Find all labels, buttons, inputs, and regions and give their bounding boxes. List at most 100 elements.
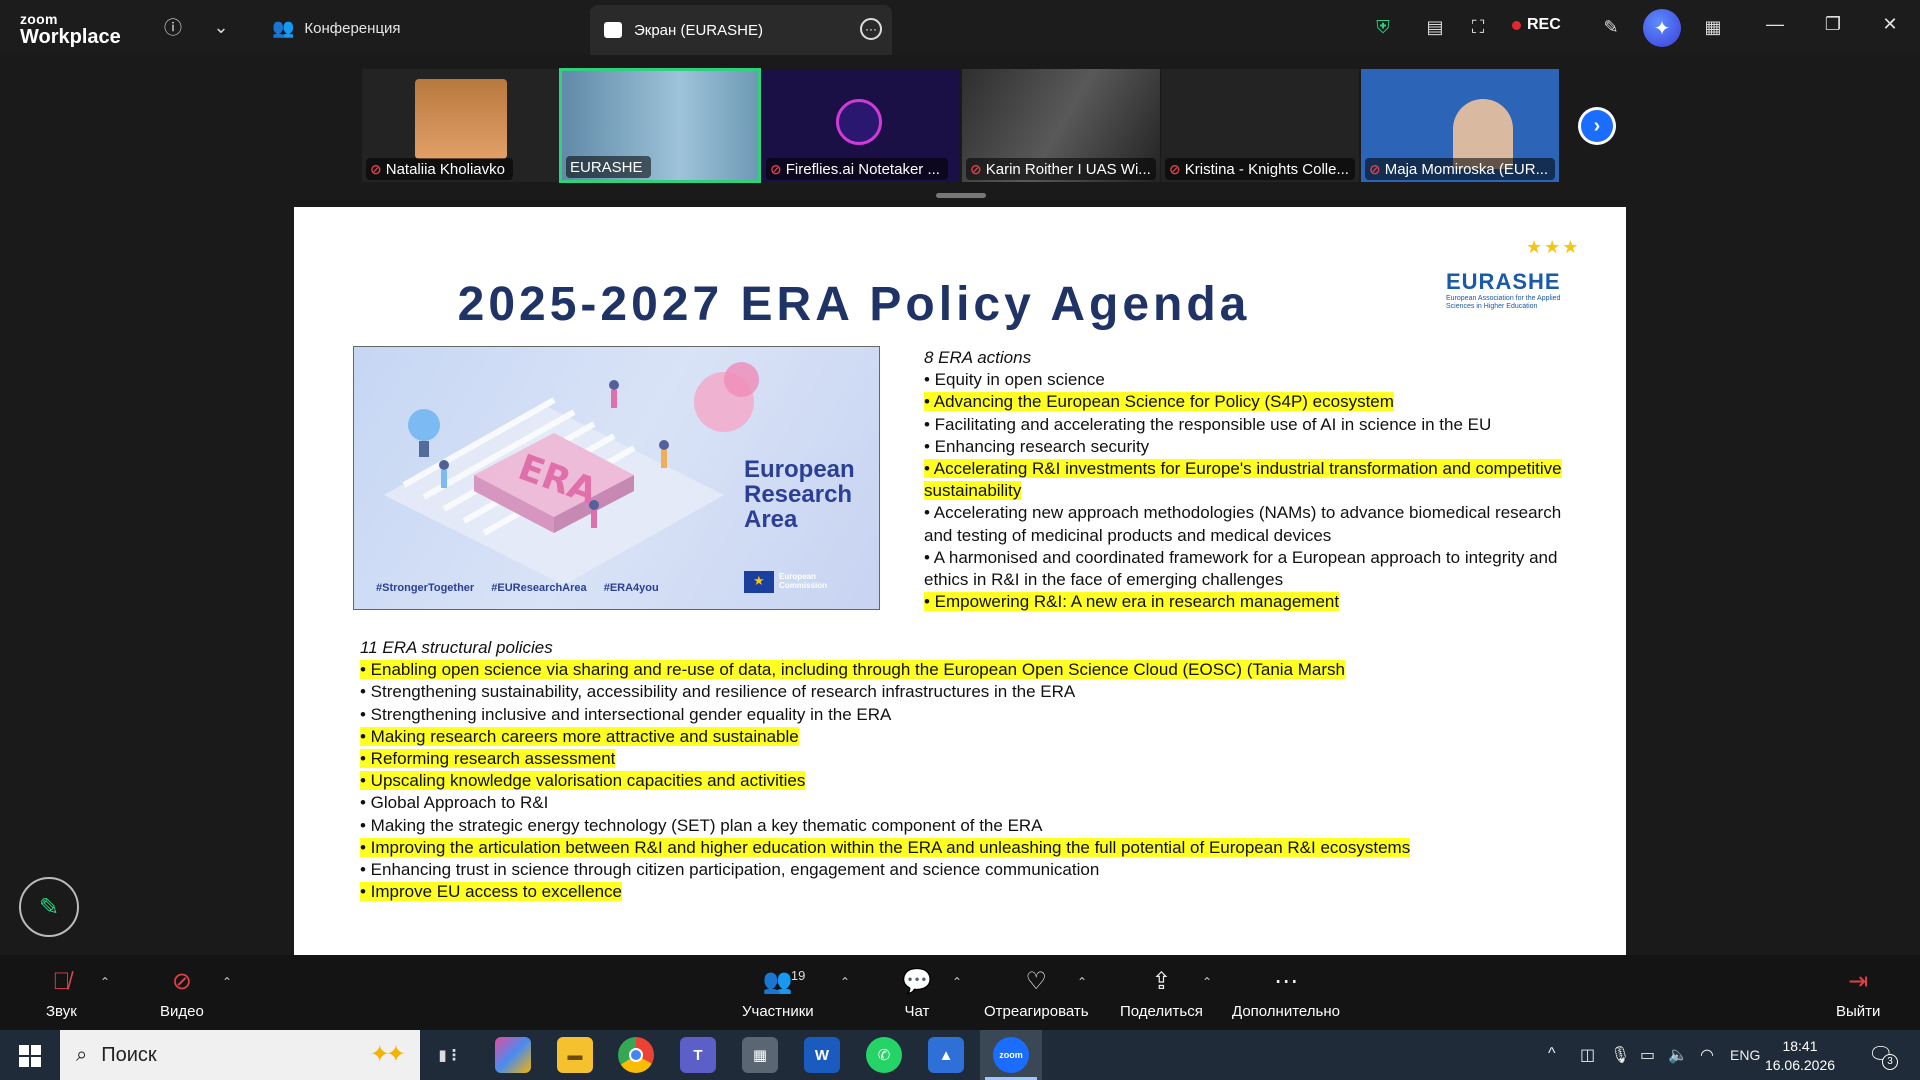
video-button[interactable]: ⊘ Видео <box>160 965 204 1020</box>
more-options-icon[interactable]: ··· <box>860 18 882 40</box>
wifi-icon[interactable]: ◠ <box>1700 1045 1714 1065</box>
list-item: • A harmonised and coordinated framework… <box>924 547 1558 590</box>
participants-count: 19 <box>790 968 806 983</box>
notification-count: 3 <box>1882 1054 1898 1070</box>
screen-share-tab[interactable]: Экран (EURASHE) ··· <box>590 5 892 55</box>
meeting-toolbar: 🎙̸ Звук ⌃ ⊘ Видео ⌃ 👥 19 Участники ⌃ 💬 Ча… <box>0 955 1920 1030</box>
minimize-icon[interactable]: — <box>1760 14 1790 40</box>
decorative-bubble <box>724 362 759 397</box>
battery-icon[interactable]: ▭ <box>1640 1045 1655 1065</box>
brand-bottom: Workplace <box>20 26 121 48</box>
security-shield-icon[interactable]: ⛨ <box>1368 12 1398 42</box>
list-item: • Accelerating R&I investments for Europ… <box>924 459 1562 501</box>
close-icon[interactable]: ✕ <box>1875 14 1905 40</box>
more-button[interactable]: ⋯ Дополнительно <box>1232 965 1340 1020</box>
leave-button[interactable]: ⇥ Выйти <box>1836 965 1880 1020</box>
info-icon[interactable]: ⓘ <box>158 12 188 42</box>
word-icon[interactable]: W <box>804 1037 840 1073</box>
share-button[interactable]: ⇪ Поделиться <box>1120 965 1203 1020</box>
react-caret-icon[interactable]: ⌃ <box>1077 975 1087 989</box>
volume-icon[interactable]: 🔈 <box>1668 1045 1688 1065</box>
share-caret-icon[interactable]: ⌃ <box>1202 975 1212 989</box>
apps-focus-icon[interactable]: ⛶ <box>1463 12 1493 42</box>
participant-name-tag: ⊘ Karin Roither I UAS Wi... <box>966 158 1156 180</box>
conference-tab-label: Конференция <box>304 19 401 37</box>
list-item: • Advancing the European Science for Pol… <box>924 392 1394 412</box>
react-label: Отреагировать <box>984 1003 1089 1020</box>
zoom-taskbar-icon[interactable]: zoom <box>985 1037 1037 1080</box>
task-view-icon[interactable]: ▮⋮ <box>432 1037 468 1073</box>
eu-flag-icon <box>744 571 774 593</box>
chat-caret-icon[interactable]: ⌃ <box>952 975 962 989</box>
teams-icon[interactable]: T <box>680 1037 716 1073</box>
chat-button[interactable]: 💬 Чат <box>902 965 932 1020</box>
screen-tab-label: Экран (EURASHE) <box>634 21 763 39</box>
recording-indicator[interactable]: REC <box>1512 16 1561 34</box>
ai-companion-icon[interactable]: ✦ <box>1643 9 1681 47</box>
participant-name-tag: EURASHE <box>566 156 651 178</box>
calculator-icon[interactable]: ▦ <box>742 1037 778 1073</box>
participants-label: Участники <box>742 1003 814 1020</box>
system-clock[interactable]: 18:41 16.06.2026 <box>1760 1037 1840 1075</box>
participant-name-tag: ⊘ Nataliia Kholiavko <box>366 158 513 180</box>
chat-icon: 💬 <box>902 968 932 995</box>
list-item: • Reforming research assessment <box>360 749 616 769</box>
pencil-icon: ✎ <box>38 893 60 921</box>
clock-time: 18:41 <box>1782 1038 1818 1054</box>
tray-chevron-icon[interactable]: ^ <box>1548 1045 1556 1063</box>
participant-tile[interactable]: ⊘ Kristina - Knights Colle... <box>1161 69 1359 182</box>
list-item: • Global Approach to R&I <box>360 793 549 813</box>
era-title-text: European Research Area <box>744 456 855 533</box>
participant-photo <box>415 79 507 159</box>
language-indicator[interactable]: ENG <box>1730 1047 1760 1063</box>
audio-options-caret-icon[interactable]: ⌃ <box>100 975 110 989</box>
clock-date: 16.06.2026 <box>1764 1057 1836 1073</box>
chevron-down-icon[interactable]: ⌄ <box>206 12 236 42</box>
notifications-icon[interactable]: 🗨 3 <box>1868 1042 1898 1070</box>
list-item: • Facilitating and accelerating the resp… <box>924 414 1492 434</box>
search-highlight-icon: ✦✦ <box>369 1041 406 1068</box>
copilot-icon[interactable] <box>495 1037 531 1073</box>
participant-tile[interactable]: ⊘ Fireflies.ai Notetaker ... <box>762 69 960 182</box>
next-participants-button[interactable]: › <box>1578 107 1616 145</box>
stars-icon: ★★★ <box>1526 237 1581 257</box>
participant-tile[interactable]: ⊘ Maja Momiroska (EUR... <box>1361 69 1559 182</box>
participants-icon: 👥 19 <box>763 965 805 999</box>
notes-icon[interactable]: ▤ <box>1420 12 1450 42</box>
mic-tray-icon[interactable]: 🎙 <box>1610 1045 1630 1065</box>
annotate-button[interactable]: ✎ <box>19 877 79 937</box>
video-options-caret-icon[interactable]: ⌃ <box>222 975 232 989</box>
participants-caret-icon[interactable]: ⌃ <box>840 975 850 989</box>
app-icon[interactable]: ▲ <box>928 1037 964 1073</box>
participant-tile-active[interactable]: EURASHE <box>559 68 761 183</box>
react-button[interactable]: ♡ Отреагировать <box>984 965 1089 1020</box>
restore-icon[interactable]: ❐ <box>1818 14 1848 40</box>
zoom-workplace-logo: zoom Workplace <box>20 12 121 47</box>
taskbar-search[interactable]: ⌕ Поиск ✦✦ <box>60 1030 420 1080</box>
chrome-icon[interactable] <box>618 1037 654 1073</box>
file-explorer-icon[interactable]: ▬ <box>557 1037 593 1073</box>
video-label: Видео <box>160 1003 204 1020</box>
conference-tab[interactable]: 👥 Конференция <box>272 14 401 42</box>
pencil-icon[interactable]: ✎ <box>1596 12 1626 42</box>
participant-tile[interactable]: ⊘ Nataliia Kholiavko <box>362 69 560 182</box>
participant-tile[interactable]: ⊘ Karin Roither I UAS Wi... <box>962 69 1160 182</box>
list-item: • Making research careers more attractiv… <box>360 726 799 746</box>
list-item: • Empowering R&I: A new era in research … <box>924 592 1340 612</box>
list-item: • Strengthening inclusive and intersecti… <box>360 704 892 724</box>
mic-muted-icon: ⊘ <box>970 160 982 177</box>
policies-heading: 11 ERA structural policies <box>360 638 553 657</box>
shared-slide: 2025-2027 ERA Policy Agenda ★★★ EURASHE … <box>294 207 1626 955</box>
audio-button[interactable]: 🎙̸ Звук <box>46 965 77 1020</box>
era-policies-list: 11 ERA structural policies • Enabling op… <box>360 637 1460 903</box>
era-illustration: ERA European Research Area #StrongerToge… <box>353 346 880 610</box>
slide-title: 2025-2027 ERA Policy Agenda <box>457 278 1251 331</box>
leave-icon: ⇥ <box>1848 968 1869 995</box>
windows-start-icon[interactable] <box>19 1045 41 1067</box>
view-layout-icon[interactable]: ▦ <box>1698 12 1728 42</box>
camera-tray-icon[interactable]: ◫ <box>1580 1045 1595 1065</box>
list-item: • Accelerating new approach methodologie… <box>924 503 1562 545</box>
resize-handle[interactable] <box>936 193 986 198</box>
participants-button[interactable]: 👥 19 Участники <box>742 965 814 1020</box>
whatsapp-icon[interactable]: ✆ <box>866 1037 902 1073</box>
